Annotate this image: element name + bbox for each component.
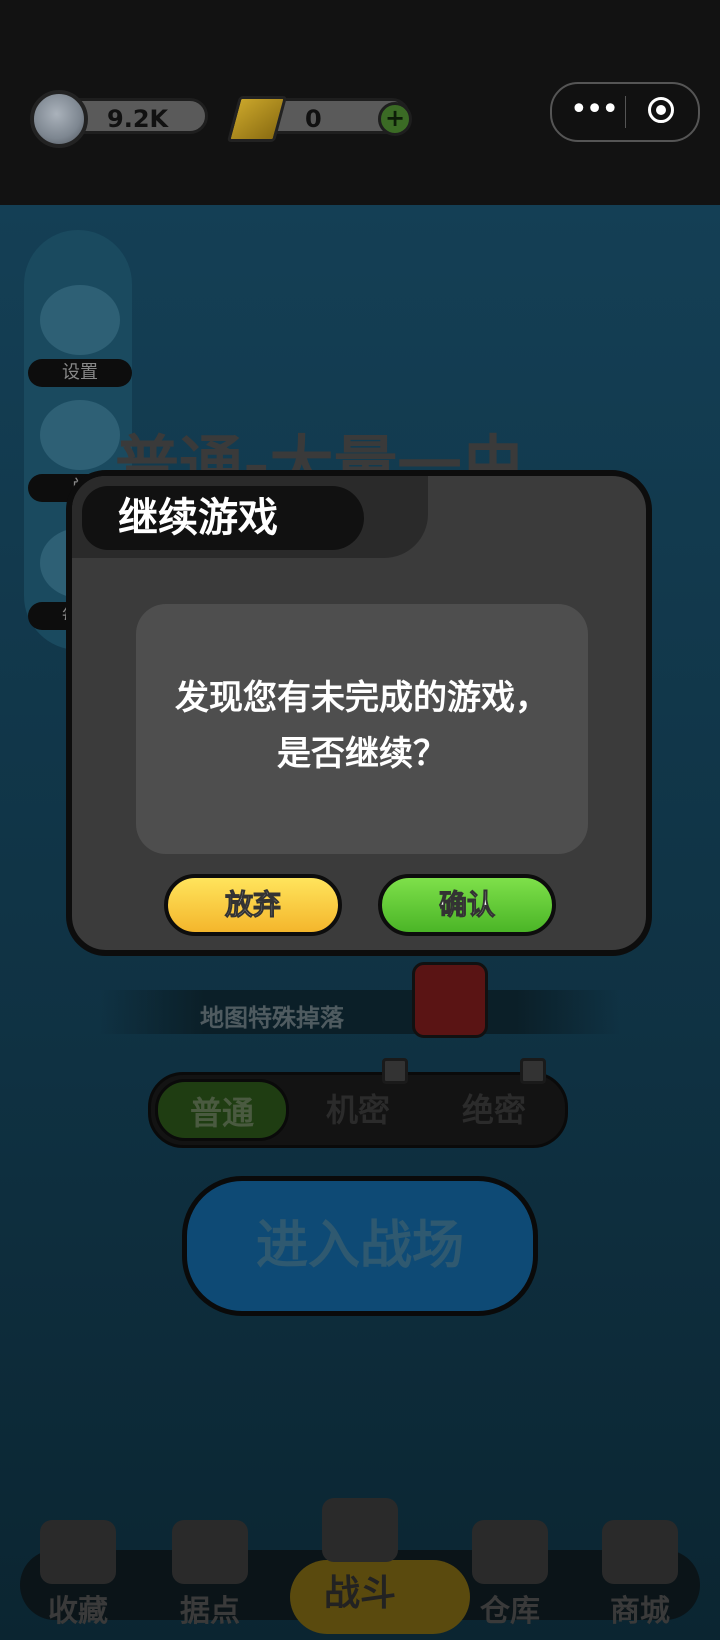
book-icon	[40, 1520, 116, 1584]
nav-label: 仓库	[480, 1594, 540, 1629]
drop-banner	[100, 990, 620, 1034]
nav-label: 商城	[610, 1594, 670, 1629]
gold-bar-icon	[226, 96, 288, 142]
side-item-label: 设置	[28, 359, 132, 387]
nav-label: 据点	[180, 1594, 240, 1629]
gold-amount: 0	[305, 105, 322, 133]
coin-amount: 9.2K	[107, 105, 169, 133]
tab-normal[interactable]: 普通	[155, 1079, 289, 1141]
lock-icon	[382, 1058, 408, 1084]
continue-game-dialog: 继续游戏 发现您有未完成的游戏，是否继续？ 放弃 确认	[66, 470, 652, 956]
dialog-title: 继续游戏	[82, 486, 364, 550]
nav-shop[interactable]: 商城	[580, 1520, 700, 1640]
miniprogram-capsule: •••	[550, 82, 700, 142]
mode-tabs: 普通 机密 绝密	[148, 1072, 568, 1148]
warehouse-icon	[472, 1520, 548, 1584]
enter-battle-button[interactable]: 进入战场	[182, 1176, 538, 1316]
hamster-icon	[40, 400, 120, 470]
battle-icon	[322, 1498, 398, 1562]
nav-label: 收藏	[48, 1594, 108, 1629]
capsule-divider	[625, 96, 626, 128]
nav-label: 战斗	[323, 1573, 396, 1614]
tab-secret[interactable]: 机密	[291, 1079, 425, 1141]
nav-battle[interactable]: 战斗	[290, 1498, 470, 1640]
lock-icon	[520, 1058, 546, 1084]
coin-icon	[30, 90, 88, 148]
shop-icon	[602, 1520, 678, 1584]
bottom-nav: 收藏 据点 战斗 仓库 商城	[0, 1498, 720, 1640]
top-bar: 9.2K 0 + •••	[0, 0, 720, 205]
level-title: 普通-大量一虫	[115, 430, 526, 475]
quit-button[interactable]: 放弃	[164, 874, 342, 936]
more-icon[interactable]: •••	[570, 90, 619, 130]
dialog-message-box: 发现您有未完成的游戏，是否继续？	[136, 604, 588, 854]
add-gold-button[interactable]: +	[378, 102, 412, 136]
drop-item-icon[interactable]	[412, 962, 488, 1038]
gear-icon	[40, 285, 120, 355]
special-drop-label: 地图特殊掉落	[200, 1004, 344, 1032]
base-icon	[172, 1520, 248, 1584]
tab-top-secret[interactable]: 绝密	[427, 1079, 561, 1141]
nav-base[interactable]: 据点	[150, 1520, 270, 1640]
nav-collection[interactable]: 收藏	[18, 1520, 138, 1640]
confirm-button[interactable]: 确认	[378, 874, 556, 936]
close-miniprogram-icon[interactable]	[648, 97, 674, 123]
side-item-settings[interactable]: 设置	[28, 285, 132, 387]
dialog-message: 发现您有未完成的游戏，是否继续？	[175, 678, 549, 774]
nav-warehouse[interactable]: 仓库	[450, 1520, 570, 1640]
